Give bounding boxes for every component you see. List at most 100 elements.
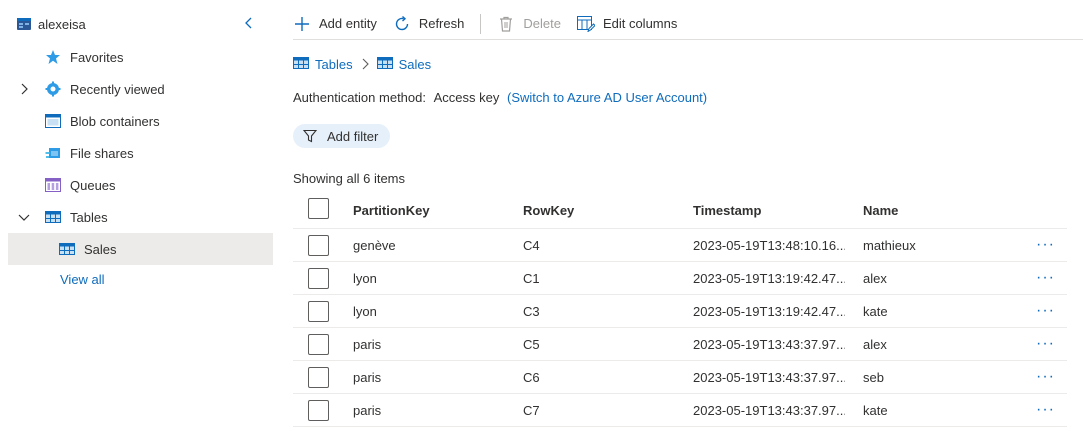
- more-actions-icon[interactable]: ···: [1036, 361, 1055, 393]
- cell-rowkey: C6: [523, 369, 540, 385]
- more-actions-icon[interactable]: ···: [1036, 262, 1055, 294]
- row-checkbox[interactable]: [308, 367, 329, 388]
- filter-icon: [303, 129, 317, 143]
- cell-rowkey: C1: [523, 270, 540, 286]
- breadcrumb: Tables Sales: [293, 54, 431, 74]
- gear-icon: [44, 80, 62, 98]
- edit-columns-button[interactable]: Edit columns: [576, 10, 677, 38]
- refresh-button[interactable]: Refresh: [393, 10, 464, 38]
- trash-icon: [497, 15, 515, 33]
- cell-timestamp: 2023-05-19T13:19:42.47...: [693, 270, 845, 286]
- collapse-sidebar-icon[interactable]: [240, 14, 258, 32]
- table-row[interactable]: paris C7 2023-05-19T13:43:37.97... kate …: [293, 394, 1067, 427]
- storage-account-header[interactable]: alexeisa: [16, 12, 272, 36]
- cell-rowkey: C3: [523, 303, 540, 319]
- more-actions-icon[interactable]: ···: [1036, 328, 1055, 360]
- row-checkbox[interactable]: [308, 268, 329, 289]
- sidebar-item-file-shares[interactable]: File shares: [8, 137, 273, 169]
- select-all-checkbox[interactable]: [308, 198, 329, 219]
- table-row[interactable]: lyon C3 2023-05-19T13:19:42.47... kate ·…: [293, 295, 1067, 328]
- table-row[interactable]: paris C5 2023-05-19T13:43:37.97... alex …: [293, 328, 1067, 361]
- file-share-icon: [44, 144, 62, 162]
- auth-value: Access key: [433, 90, 500, 105]
- storage-account-name: alexeisa: [38, 16, 86, 32]
- cell-name: mathieux: [863, 237, 916, 253]
- column-header-timestamp[interactable]: Timestamp: [693, 192, 845, 228]
- view-all-link[interactable]: View all: [60, 272, 105, 287]
- sidebar-item-label: File shares: [70, 145, 134, 161]
- more-actions-icon[interactable]: ···: [1036, 394, 1055, 426]
- cell-rowkey: C5: [523, 336, 540, 352]
- cell-timestamp: 2023-05-19T13:43:37.97...: [693, 336, 845, 352]
- cell-partitionkey: lyon: [353, 303, 377, 319]
- cell-rowkey: C7: [523, 402, 540, 418]
- table-icon: [44, 208, 62, 226]
- chevron-right-icon[interactable]: [16, 83, 32, 95]
- more-actions-icon[interactable]: ···: [1036, 229, 1055, 261]
- sidebar-item-queues[interactable]: Queues: [8, 169, 273, 201]
- table-icon: [58, 240, 76, 258]
- cell-partitionkey: paris: [353, 336, 382, 352]
- breadcrumb-sales[interactable]: Sales: [376, 57, 431, 72]
- sidebar-item-label: Tables: [70, 209, 108, 225]
- row-checkbox[interactable]: [308, 301, 329, 322]
- refresh-icon: [393, 15, 411, 33]
- table-header: PartitionKey RowKey Timestamp Name: [293, 192, 1067, 229]
- sidebar-item-label: Blob containers: [70, 113, 160, 129]
- sidebar: alexeisa Favorites Recently viewed Blob …: [0, 0, 280, 436]
- table-row[interactable]: paris C6 2023-05-19T13:43:37.97... seb ·…: [293, 361, 1067, 394]
- row-checkbox[interactable]: [308, 334, 329, 355]
- table-icon: [376, 57, 393, 71]
- add-entity-button[interactable]: Add entity: [293, 10, 377, 38]
- add-filter-button[interactable]: Add filter: [293, 124, 391, 148]
- edit-columns-icon: [576, 15, 595, 33]
- cell-partitionkey: paris: [353, 369, 382, 385]
- cell-partitionkey: genève: [353, 237, 396, 253]
- storage-account-icon: [16, 16, 32, 32]
- cell-name: alex: [863, 270, 887, 286]
- switch-auth-link[interactable]: (Switch to Azure AD User Account): [507, 90, 707, 105]
- cell-timestamp: 2023-05-19T13:48:10.16...: [693, 237, 845, 253]
- cell-partitionkey: paris: [353, 402, 382, 418]
- sidebar-item-label: Recently viewed: [70, 81, 165, 97]
- column-header-partitionkey[interactable]: PartitionKey: [353, 192, 430, 228]
- star-icon: [44, 48, 62, 66]
- sidebar-item-sales[interactable]: Sales: [8, 233, 273, 265]
- sidebar-item-label: Favorites: [70, 49, 124, 65]
- cell-partitionkey: lyon: [353, 270, 377, 286]
- sidebar-item-recently-viewed[interactable]: Recently viewed: [8, 73, 273, 105]
- cell-name: seb: [863, 369, 884, 385]
- authentication-method: Authentication method: Access key (Switc…: [293, 90, 707, 105]
- chevron-right-icon: [361, 58, 369, 70]
- entities-table: PartitionKey RowKey Timestamp Name genèv…: [293, 192, 1067, 427]
- table-row[interactable]: genève C4 2023-05-19T13:48:10.16... math…: [293, 229, 1067, 262]
- cell-timestamp: 2023-05-19T13:43:37.97...: [693, 402, 845, 418]
- column-header-rowkey[interactable]: RowKey: [523, 192, 574, 228]
- row-checkbox[interactable]: [308, 400, 329, 421]
- cell-timestamp: 2023-05-19T13:19:42.47...: [693, 303, 845, 319]
- item-count-status: Showing all 6 items: [293, 171, 405, 186]
- more-actions-icon[interactable]: ···: [1036, 295, 1055, 327]
- cell-timestamp: 2023-05-19T13:43:37.97...: [693, 369, 845, 385]
- command-bar: Add entity Refresh Delete Edit columns: [293, 8, 1083, 40]
- sidebar-item-label: Sales: [84, 241, 117, 257]
- auth-label: Authentication method:: [293, 90, 426, 105]
- sidebar-item-blob-containers[interactable]: Blob containers: [8, 105, 273, 137]
- breadcrumb-tables[interactable]: Tables: [293, 57, 353, 72]
- sidebar-item-favorites[interactable]: Favorites: [8, 41, 273, 73]
- cell-name: alex: [863, 336, 887, 352]
- cell-name: kate: [863, 402, 888, 418]
- cell-rowkey: C4: [523, 237, 540, 253]
- chevron-down-icon[interactable]: [16, 213, 32, 221]
- sidebar-item-label: Queues: [70, 177, 116, 193]
- plus-icon: [293, 15, 311, 33]
- table-row[interactable]: lyon C1 2023-05-19T13:19:42.47... alex ·…: [293, 262, 1067, 295]
- delete-button[interactable]: Delete: [497, 10, 561, 38]
- toolbar-divider: [480, 13, 482, 34]
- cell-name: kate: [863, 303, 888, 319]
- sidebar-item-tables[interactable]: Tables: [8, 201, 273, 233]
- row-checkbox[interactable]: [308, 235, 329, 256]
- blob-container-icon: [44, 112, 62, 130]
- column-header-name[interactable]: Name: [863, 192, 898, 228]
- queue-icon: [44, 176, 62, 194]
